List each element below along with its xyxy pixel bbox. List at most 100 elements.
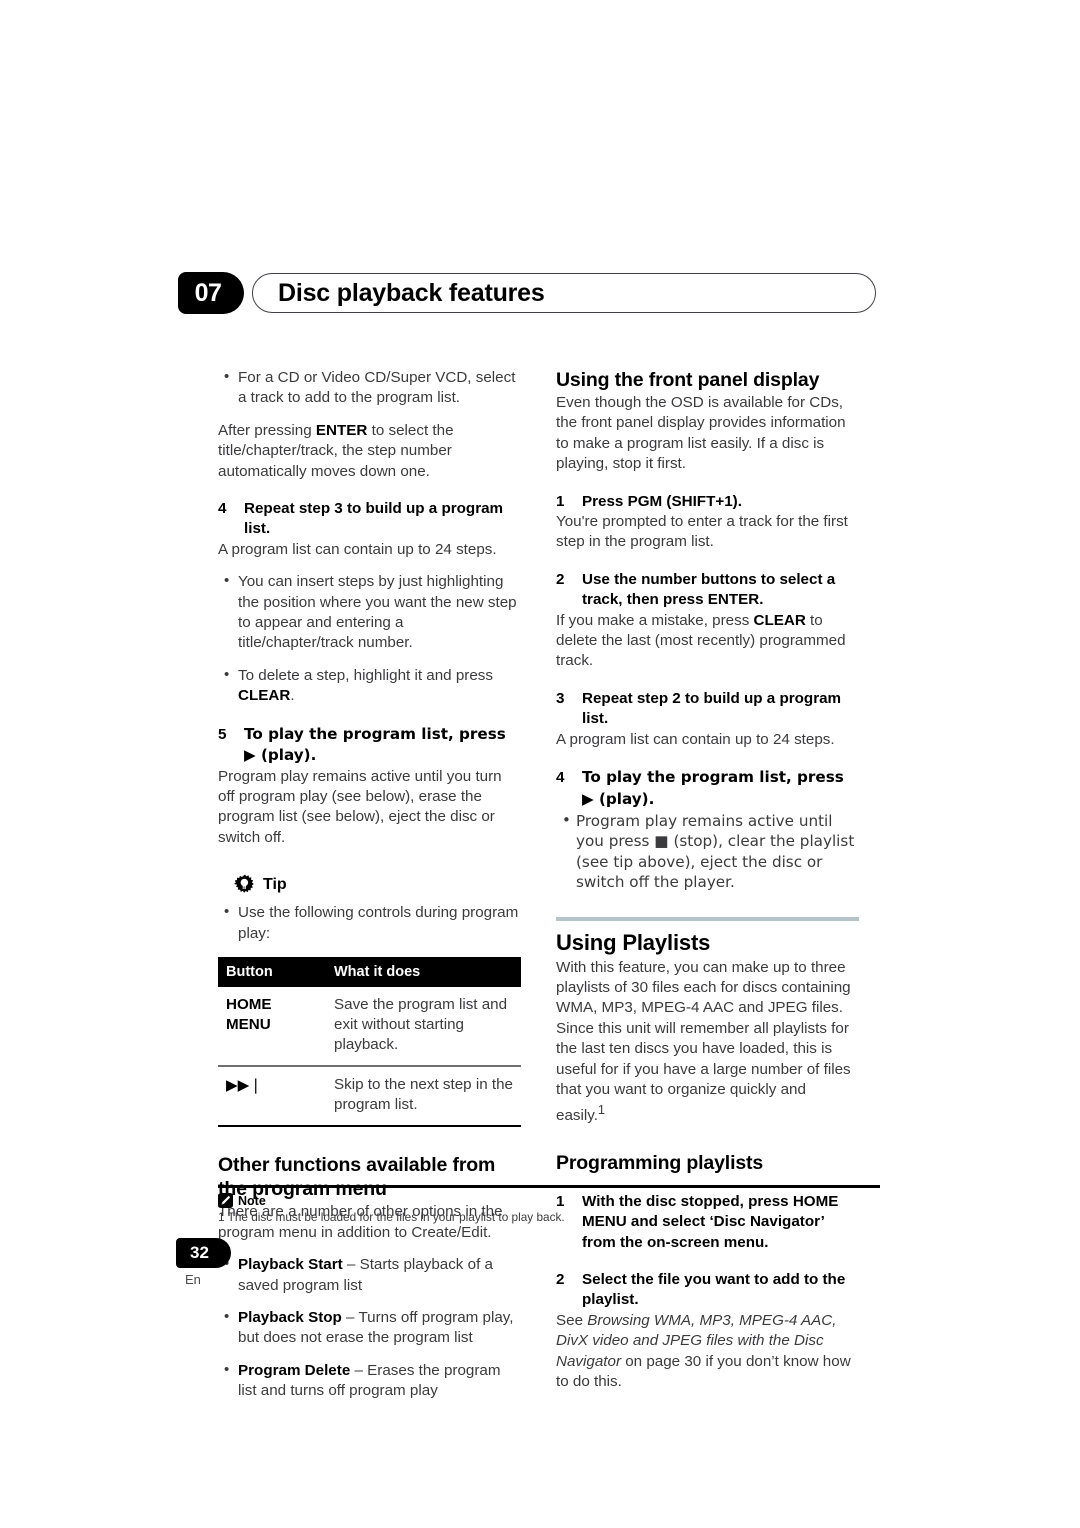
left-column: For a CD or Video CD/Super VCD, select a… [218,367,521,1402]
pp-step-2-body-pre: See [556,1311,588,1329]
fp-step-1-heading: 1 Press PGM (SHIFT+1). [556,492,859,512]
step-4-number: 4 [218,500,227,518]
fp-step-2-number: 2 [556,570,565,588]
table-row: HOME MENU Save the program list and exit… [218,987,521,1066]
table-rule-cell-2 [326,1125,521,1129]
menu-key-label: MENU [226,1016,271,1034]
pp-step-2-heading: 2 Select the file you want to add to the … [556,1270,859,1311]
front-panel-intro: Even though the OSD is available for CDs… [556,394,846,473]
playlists-body: With this feature, you can make up to th… [556,958,859,1127]
fp-step-3-title: Repeat step 2 to build up a program list… [582,689,842,728]
intro-bullet-list: For a CD or Video CD/Super VCD, select a… [218,367,521,409]
fp-step-2-title: Use the number buttons to select a track… [582,570,836,609]
step-5-heading: 5 To play the program list, press ▶ (play… [218,724,521,767]
row-desc-home-menu: Save the program list and exit without s… [334,996,508,1054]
pencil-icon [218,1193,233,1208]
enter-key-label: ENTER [315,421,368,439]
playlists-section: Using Playlists With this feature, you c… [556,916,859,1127]
page-number-badge: 32 [176,1238,231,1268]
list-item: Program Delete – Erases the program list… [218,1360,521,1402]
step-4-bullet-list: You can insert steps by just highlightin… [218,571,521,707]
right-column: Using the front panel display Even thoug… [556,368,859,1393]
fp-step-4-number: 4 [556,769,565,787]
program-delete-term: Program Delete [238,1361,351,1379]
step-5: 5 To play the program list, press ▶ (play… [218,724,521,848]
list-item: To delete a step, highlight it and press… [218,665,521,707]
fp-step-3: 3 Repeat step 2 to build up a program lis… [556,689,859,750]
column-header-button: Button [218,956,326,988]
skip-forward-icon: ▶▶❘ [226,1076,263,1095]
pp-step-1-title: With the disc stopped, press HOME MENU a… [582,1192,839,1251]
fp-step-1-title: Press PGM (SHIFT+1). [582,492,742,510]
step-4-heading: 4 Repeat step 3 to build up a program lis… [218,499,521,540]
clear-key-label: CLEAR [238,687,291,705]
step-4: 4 Repeat step 3 to build up a program lis… [218,499,521,560]
delete-step-period: . [290,687,295,705]
home-key-label: HOME [226,996,272,1014]
list-item: Use the following controls during progra… [218,902,521,944]
footnote-divider [218,1185,880,1188]
tip-block: Tip Use the following controls during pr… [218,874,521,944]
fp-step-2-body-pre: If you make a mistake, press [556,611,754,629]
step-4-title: Repeat step 3 to build up a program list… [244,500,504,538]
delete-step-text: To delete a step, highlight it and press [238,666,493,684]
table-header-row: Button What it does [218,956,521,988]
controls-table-foot [218,1125,521,1129]
playlists-heading: Using Playlists [556,929,711,955]
row-button-home-menu: HOME MENU [218,987,326,1066]
list-item: Playback Start – Starts playback of a sa… [218,1254,521,1296]
fp-step-3-heading: 3 Repeat step 2 to build up a program lis… [556,689,859,730]
footnote-text: 1 The disc must be loaded for the files … [218,1210,565,1224]
fp-step-2-heading: 2 Use the number buttons to select a trac… [556,570,859,611]
fp-step-1-body: You're prompted to enter a track for the… [556,513,848,551]
fp-step-2: 2 Use the number buttons to select a trac… [556,570,859,672]
after-enter-paragraph: After pressing ENTER to select the title… [218,421,521,482]
pp-step-1-heading: 1 With the disc stopped, press HOME MENU … [556,1192,859,1253]
list-item: For a CD or Video CD/Super VCD, select a… [218,367,521,409]
list-item: You can insert steps by just highlightin… [218,571,521,654]
clear-key-label: CLEAR [753,611,806,629]
list-item: Playback Stop – Turns off program play, … [218,1307,521,1349]
fp-step-1: 1 Press PGM (SHIFT+1). You're prompted to… [556,492,859,553]
pp-step-2: 2 Select the file you want to add to the … [556,1270,859,1392]
fp-step-4-heading: 4 To play the program list, press ▶ (play… [556,767,859,810]
tip-label: Tip [263,875,287,893]
programming-heading: Programming playlists [556,1151,764,1174]
playback-start-term: Playback Start [238,1256,343,1274]
pp-step-1: 1 With the disc stopped, press HOME MENU … [556,1192,859,1253]
list-item: Program play remains active until you pr… [556,810,859,893]
language-code: En [185,1272,201,1287]
step-5-number: 5 [218,725,227,743]
row-button-skip-forward: ▶▶❘ [218,1065,326,1127]
pp-step-2-number: 2 [556,1271,565,1289]
step-4-body: A program list can contain up to 24 step… [218,540,497,558]
step-5-title: To play the program list, press ▶ (play)… [244,724,506,765]
after-enter-text-1: After pressing [218,421,316,439]
fp-step-3-number: 3 [556,689,565,707]
page-title: Disc playback features [278,279,545,307]
fp-step-4: 4 To play the program list, press ▶ (play… [556,767,859,892]
playlists-body-text: With this feature, you can make up to th… [556,958,851,1125]
running-header: 07 Disc playback features [178,272,878,316]
table-bottom-rule [218,1125,521,1129]
tip-bullet-list: Use the following controls during progra… [218,902,521,944]
fp-step-3-body: A program list can contain up to 24 step… [556,730,835,748]
table-rule-cell-1 [218,1125,326,1129]
other-functions-list: Playback Start – Starts playback of a sa… [218,1254,521,1402]
fp-step-2-body: If you make a mistake, press CLEAR to de… [556,611,859,672]
tip-header: Tip [218,874,521,896]
fp-step-4-bullet-list: Program play remains active until you pr… [556,810,859,893]
chapter-number-badge: 07 [178,272,244,314]
pp-step-2-title: Select the file you want to add to the p… [582,1271,846,1309]
fp-step-1-number: 1 [556,492,565,510]
controls-table: Button What it does HOME MENU Save the p… [218,956,521,1129]
pp-step-2-body: See Browsing WMA, MP3, MPEG-4 AAC, DivX … [556,1311,859,1393]
fp-step-4-title: To play the program list, press ▶ (play)… [582,768,844,808]
step-5-body: Program play remains active until you tu… [218,767,502,846]
footnote-marker: 1 [597,1103,605,1118]
section-divider-rule [556,916,859,921]
note-header: Note [218,1193,266,1208]
table-row: ▶▶❘ Skip to the next step in the program… [218,1065,521,1127]
note-label: Note [238,1193,266,1208]
front-panel-heading: Using the front panel display [556,369,820,391]
